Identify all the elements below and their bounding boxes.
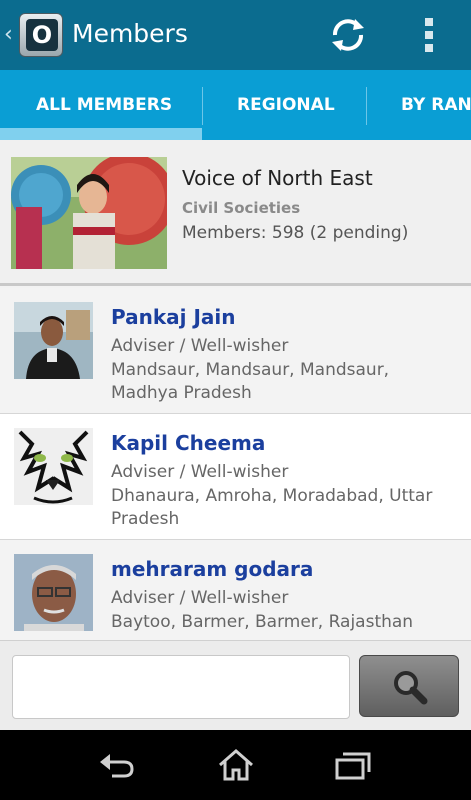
action-bar: ‹ O Members — [0, 0, 471, 70]
overflow-menu-icon — [425, 18, 433, 26]
overflow-menu-button[interactable] — [418, 14, 440, 56]
list-item[interactable]: mehraram godara Adviser / Well-wisher Ba… — [0, 540, 471, 640]
nav-home-button[interactable] — [216, 748, 256, 782]
recent-apps-icon — [335, 752, 371, 780]
group-type: Civil Societies — [182, 199, 301, 217]
tab-divider — [366, 87, 367, 125]
refresh-icon — [332, 19, 364, 51]
member-location: Baytoo, Barmer, Barmer, Rajasthan — [111, 612, 414, 632]
search-bar — [0, 640, 471, 730]
avatar — [14, 302, 93, 379]
member-location: Dhanaura, Amroha, Moradabad, Uttar Prade… — [111, 486, 433, 529]
group-name: Voice of North East — [182, 166, 373, 190]
member-role: Adviser / Well-wisher — [111, 462, 289, 482]
nav-recent-apps-button[interactable] — [333, 748, 373, 782]
back-icon — [100, 754, 134, 778]
tab-regional[interactable]: REGIONAL — [237, 70, 335, 140]
list-item[interactable]: Pankaj Jain Adviser / Well-wisher Mandsa… — [0, 288, 471, 414]
app-logo[interactable]: O — [19, 13, 63, 57]
search-button[interactable] — [359, 655, 459, 717]
overflow-menu-icon — [425, 31, 433, 39]
list-item[interactable]: Kapil Cheema Adviser / Well-wisher Dhana… — [0, 414, 471, 540]
tab-by-rank[interactable]: BY RAN — [401, 70, 471, 140]
home-icon — [219, 749, 253, 781]
member-name[interactable]: Kapil Cheema — [111, 431, 265, 455]
search-icon — [394, 671, 428, 705]
group-card[interactable]: Voice of North East Civil Societies Memb… — [0, 140, 471, 286]
chevron-left-icon[interactable]: ‹ — [4, 22, 13, 47]
app-logo-letter: O — [26, 19, 58, 51]
avatar — [14, 554, 93, 631]
member-name[interactable]: mehraram godara — [111, 557, 313, 581]
tab-divider — [202, 87, 203, 125]
member-role: Adviser / Well-wisher — [111, 588, 289, 608]
page-title: Members — [72, 19, 188, 48]
avatar — [14, 428, 93, 505]
nav-back-button[interactable] — [98, 748, 138, 782]
member-role: Adviser / Well-wisher — [111, 336, 289, 356]
group-photo — [11, 157, 167, 269]
group-member-count: Members: 598 (2 pending) — [182, 223, 409, 243]
member-location: Mandsaur, Mandsaur, Mandsaur, Madhya Pra… — [111, 360, 390, 403]
refresh-button[interactable] — [326, 14, 370, 56]
member-name[interactable]: Pankaj Jain — [111, 305, 236, 329]
system-nav-bar — [0, 730, 471, 800]
selected-tab-indicator — [0, 128, 202, 140]
overflow-menu-icon — [425, 44, 433, 52]
search-input[interactable] — [12, 655, 350, 719]
